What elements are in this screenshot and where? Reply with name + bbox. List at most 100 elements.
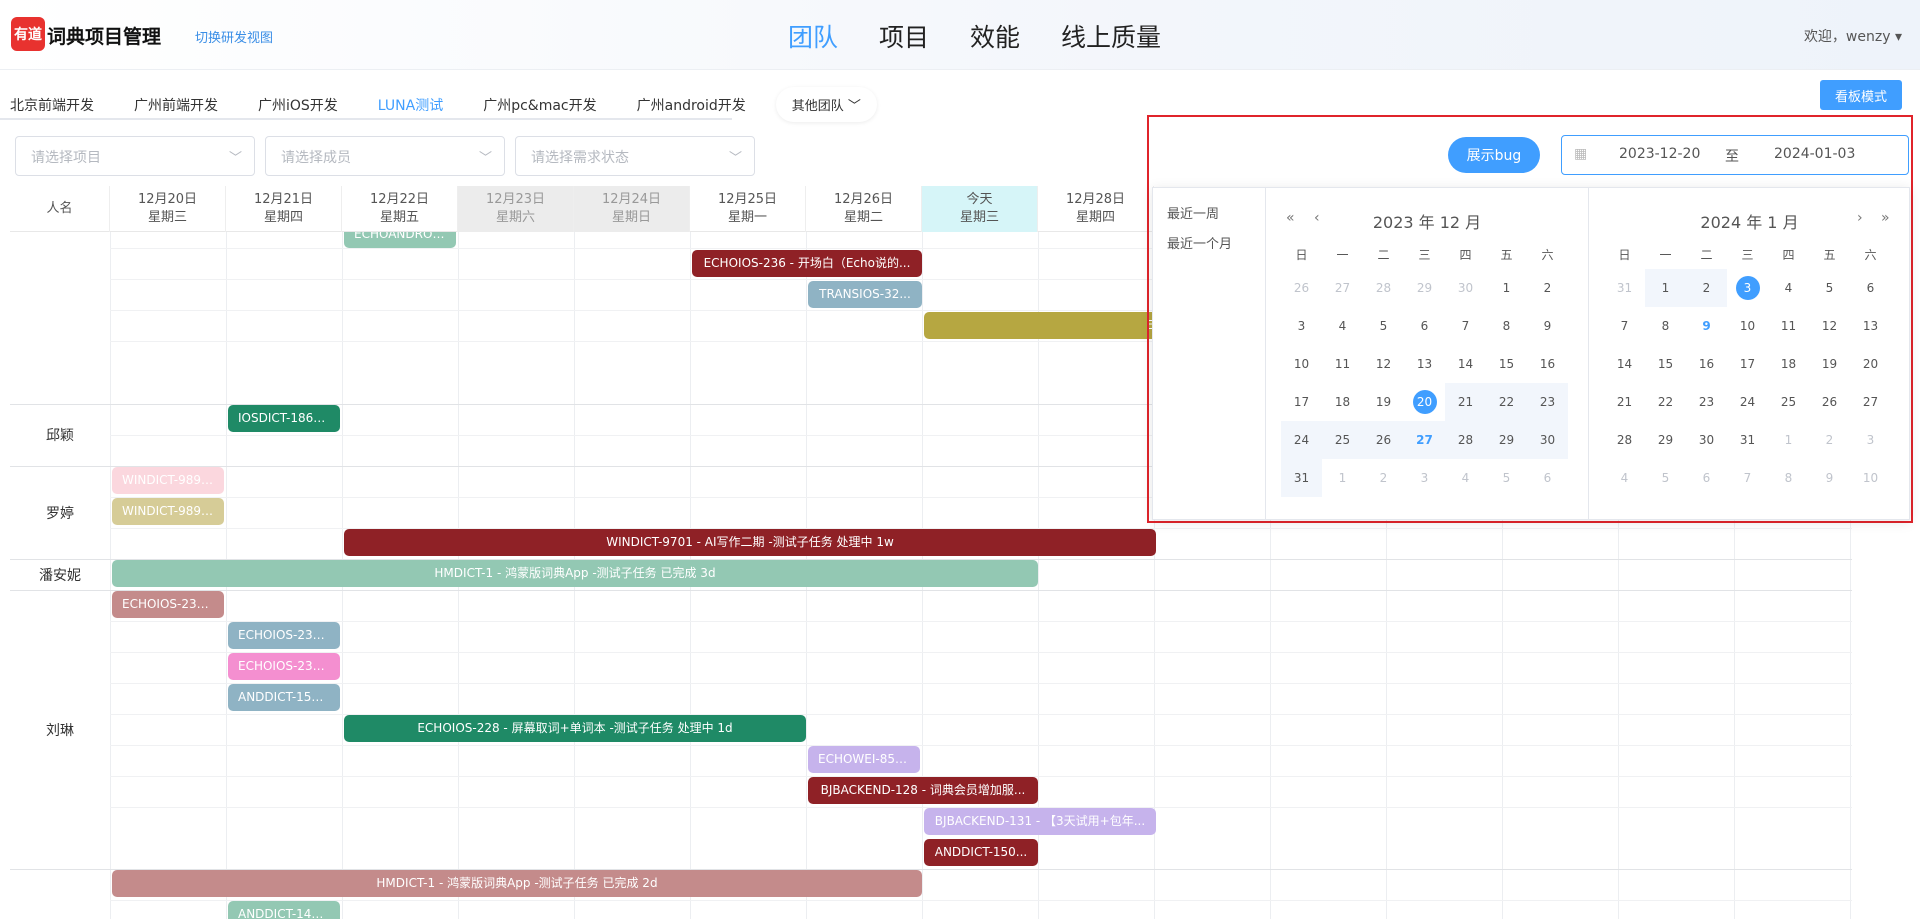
calendar-day[interactable]: 10 <box>1850 459 1891 497</box>
youdao-logo[interactable]: 有道 <box>11 17 45 51</box>
calendar-day[interactable]: 4 <box>1322 307 1363 345</box>
nav-efficiency[interactable]: 效能 <box>970 18 1020 54</box>
calendar-day[interactable]: 6 <box>1404 307 1445 345</box>
calendar-day[interactable]: 29 <box>1486 421 1527 459</box>
task-bar[interactable]: ANDDICT-150... <box>228 684 340 711</box>
calendar-day[interactable]: 18 <box>1768 345 1809 383</box>
calendar-day[interactable]: 25 <box>1322 421 1363 459</box>
calendar-day[interactable]: 27 <box>1850 383 1891 421</box>
calendar-day[interactable]: 9 <box>1686 307 1727 345</box>
calendar-day[interactable]: 16 <box>1686 345 1727 383</box>
task-bar[interactable]: ECHOIOS-236 - 开场白（Echo说的... <box>692 250 922 277</box>
calendar-day[interactable]: 31 <box>1604 269 1645 307</box>
calendar-day[interactable]: 28 <box>1445 421 1486 459</box>
calendar-day[interactable]: 7 <box>1604 307 1645 345</box>
task-bar[interactable]: ECHOIOS-239 ... <box>228 622 340 649</box>
calendar-day[interactable]: 1 <box>1768 421 1809 459</box>
calendar-day[interactable]: 29 <box>1404 269 1445 307</box>
status-select[interactable]: 请选择需求状态 ﹀ <box>515 136 755 176</box>
calendar-day[interactable]: 24 <box>1727 383 1768 421</box>
task-bar[interactable]: ECHOWEI-85 -... <box>808 746 920 773</box>
calendar-day[interactable]: 30 <box>1445 269 1486 307</box>
calendar-day[interactable]: 26 <box>1363 421 1404 459</box>
calendar-day[interactable]: 3 <box>1281 307 1322 345</box>
calendar-day[interactable]: 26 <box>1809 383 1850 421</box>
calendar-day[interactable]: 6 <box>1527 459 1568 497</box>
range-start[interactable]: 2023-12-20 <box>1619 146 1700 162</box>
calendar-day[interactable]: 15 <box>1486 345 1527 383</box>
calendar-day[interactable]: 6 <box>1686 459 1727 497</box>
calendar-day[interactable]: 2 <box>1363 459 1404 497</box>
shortcut-last-week[interactable]: 最近一周 <box>1153 200 1265 230</box>
calendar-day[interactable]: 15 <box>1645 345 1686 383</box>
calendar-day[interactable]: 8 <box>1486 307 1527 345</box>
task-bar[interactable]: ECHOIOS-228 - 屏幕取词+单词本 -测试子任务 处理中 1d <box>344 715 806 742</box>
calendar-day[interactable]: 2 <box>1686 269 1727 307</box>
calendar-day[interactable]: 19 <box>1363 383 1404 421</box>
task-bar[interactable]: ANDDICT-150... <box>924 839 1038 866</box>
calendar-day[interactable]: 14 <box>1604 345 1645 383</box>
team-tab-gz-ios[interactable]: 广州iOS开发 <box>258 95 338 115</box>
calendar-day[interactable]: 21 <box>1604 383 1645 421</box>
calendar-day[interactable]: 5 <box>1363 307 1404 345</box>
task-bar[interactable]: BJBACKEND-128 - 词典会员增加服... <box>808 777 1038 804</box>
calendar-day[interactable]: 11 <box>1768 307 1809 345</box>
calendar-day[interactable]: 23 <box>1527 383 1568 421</box>
calendar-day[interactable]: 12 <box>1809 307 1850 345</box>
calendar-day[interactable]: 7 <box>1727 459 1768 497</box>
team-tab-gz-frontend[interactable]: 广州前端开发 <box>134 95 218 115</box>
calendar-day[interactable]: 4 <box>1445 459 1486 497</box>
calendar-day[interactable]: 16 <box>1527 345 1568 383</box>
calendar-day[interactable]: 5 <box>1486 459 1527 497</box>
board-mode-button[interactable]: 看板模式 <box>1820 80 1902 110</box>
calendar-day[interactable]: 24 <box>1281 421 1322 459</box>
calendar-day[interactable]: 27 <box>1404 421 1445 459</box>
task-bar[interactable]: IOSDICT-1862... <box>228 405 340 432</box>
calendar-day[interactable]: 20 <box>1404 383 1445 421</box>
calendar-day[interactable]: 22 <box>1645 383 1686 421</box>
task-bar[interactable]: ECHOIOS-239 ... <box>228 653 340 680</box>
switch-view-link[interactable]: 切换研发视图 <box>195 27 273 46</box>
calendar-day[interactable]: 23 <box>1686 383 1727 421</box>
calendar-day[interactable]: 17 <box>1727 345 1768 383</box>
calendar-day[interactable]: 17 <box>1281 383 1322 421</box>
task-bar[interactable]: HMDICT-1 - 鸿蒙版词典App -测试子任务 已完成 3d <box>112 560 1038 587</box>
calendar-day[interactable]: 8 <box>1645 307 1686 345</box>
project-select[interactable]: 请选择项目 ﹀ <box>15 136 255 176</box>
calendar-day[interactable]: 3 <box>1404 459 1445 497</box>
calendar-day[interactable]: 4 <box>1604 459 1645 497</box>
nav-team[interactable]: 团队 <box>788 18 838 54</box>
calendar-day[interactable]: 10 <box>1281 345 1322 383</box>
team-tab-gz-pcmac[interactable]: 广州pc&mac开发 <box>483 95 596 115</box>
task-bar[interactable]: WINDICT-9892... <box>112 498 224 525</box>
calendar-day[interactable]: 1 <box>1645 269 1686 307</box>
calendar-day[interactable]: 19 <box>1809 345 1850 383</box>
calendar-day[interactable]: 29 <box>1645 421 1686 459</box>
calendar-day[interactable]: 21 <box>1445 383 1486 421</box>
calendar-day[interactable]: 11 <box>1322 345 1363 383</box>
calendar-day[interactable]: 9 <box>1809 459 1850 497</box>
calendar-day[interactable]: 5 <box>1645 459 1686 497</box>
calendar-day[interactable]: 9 <box>1527 307 1568 345</box>
task-bar[interactable]: BJBACKEND-131 - 【3天试用+包年... <box>924 808 1156 835</box>
calendar-day[interactable]: 22 <box>1486 383 1527 421</box>
team-tab-luna-test[interactable]: LUNA测试 <box>378 95 443 115</box>
calendar-day[interactable]: 31 <box>1727 421 1768 459</box>
calendar-day[interactable]: 13 <box>1404 345 1445 383</box>
nav-online-quality[interactable]: 线上质量 <box>1061 18 1161 54</box>
member-select[interactable]: 请选择成员 ﹀ <box>265 136 505 176</box>
calendar-day[interactable]: 14 <box>1445 345 1486 383</box>
shortcut-last-month[interactable]: 最近一个月 <box>1153 230 1265 260</box>
calendar-day[interactable]: 28 <box>1604 421 1645 459</box>
calendar-day[interactable]: 7 <box>1445 307 1486 345</box>
calendar-day[interactable]: 4 <box>1768 269 1809 307</box>
calendar-day[interactable]: 25 <box>1768 383 1809 421</box>
calendar-day[interactable]: 31 <box>1281 459 1322 497</box>
calendar-day[interactable]: 6 <box>1850 269 1891 307</box>
task-bar[interactable]: ECHOIOS-235 ... <box>112 591 224 618</box>
calendar-day[interactable]: 10 <box>1727 307 1768 345</box>
nav-project[interactable]: 项目 <box>879 18 929 54</box>
calendar-day[interactable]: 3 <box>1727 269 1768 307</box>
team-tab-gz-android[interactable]: 广州android开发 <box>637 95 746 115</box>
calendar-day[interactable]: 1 <box>1486 269 1527 307</box>
